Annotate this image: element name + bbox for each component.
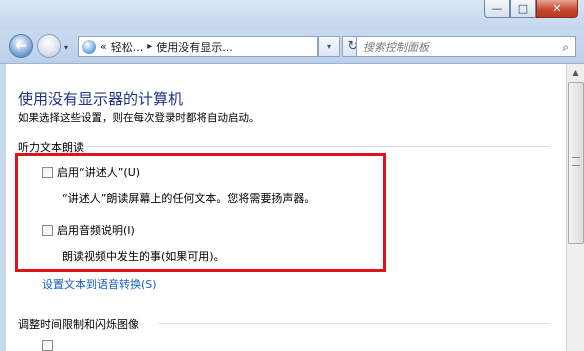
partial-option[interactable] [42,340,57,351]
forward-button[interactable]: → [37,34,61,58]
search-placeholder: 搜索控制面板 [363,40,429,54]
address-history-dropdown-icon[interactable]: ▾ [318,36,340,57]
breadcrumb-current-page[interactable]: 使用没有显示... [156,39,233,55]
section-heading-time-limits: 调整时间限制和闪烁图像 [18,318,139,331]
page-subtitle: 如果选择这些设置，则在每次登录时都将自动启动。 [18,112,260,124]
close-button[interactable]: ✕ [536,0,578,18]
recent-pages-dropdown-icon[interactable]: ▾ [64,43,68,52]
maximize-button[interactable]: □ [510,0,536,18]
vertical-scrollbar[interactable]: ▲ [566,64,584,351]
search-input[interactable]: 搜索控制面板 ⌕ [356,36,576,57]
page-title: 使用没有显示器的计算机 [18,90,184,108]
address-bar[interactable]: « 轻松... ▸ 使用没有显示... [78,36,318,57]
search-icon[interactable]: ⌕ [562,40,569,55]
section-divider [158,323,550,324]
breadcrumb-separator-icon[interactable]: ▸ [147,41,152,52]
breadcrumb-prefix[interactable]: « [100,40,107,53]
scroll-thumb[interactable] [568,82,584,244]
partial-checkbox[interactable] [42,340,53,351]
window-titlebar: — □ ✕ [0,0,584,30]
window-controls: — □ ✕ [484,0,578,18]
minimize-button[interactable]: — [484,0,510,18]
highlight-box [15,153,386,272]
back-button[interactable]: ← [9,34,33,58]
navigation-bar: ← → ▾ « 轻松... ▸ 使用没有显示... ▾ ↻ 搜索控制面板 ⌕ [0,30,584,64]
breadcrumb-ease-of-access[interactable]: 轻松... [111,39,144,55]
scroll-up-arrow-icon[interactable]: ▲ [567,64,584,80]
control-panel-icon [82,39,96,54]
section-divider [84,146,550,147]
text-to-speech-settings-link[interactable]: 设置文本到语音转换(S) [42,276,157,292]
